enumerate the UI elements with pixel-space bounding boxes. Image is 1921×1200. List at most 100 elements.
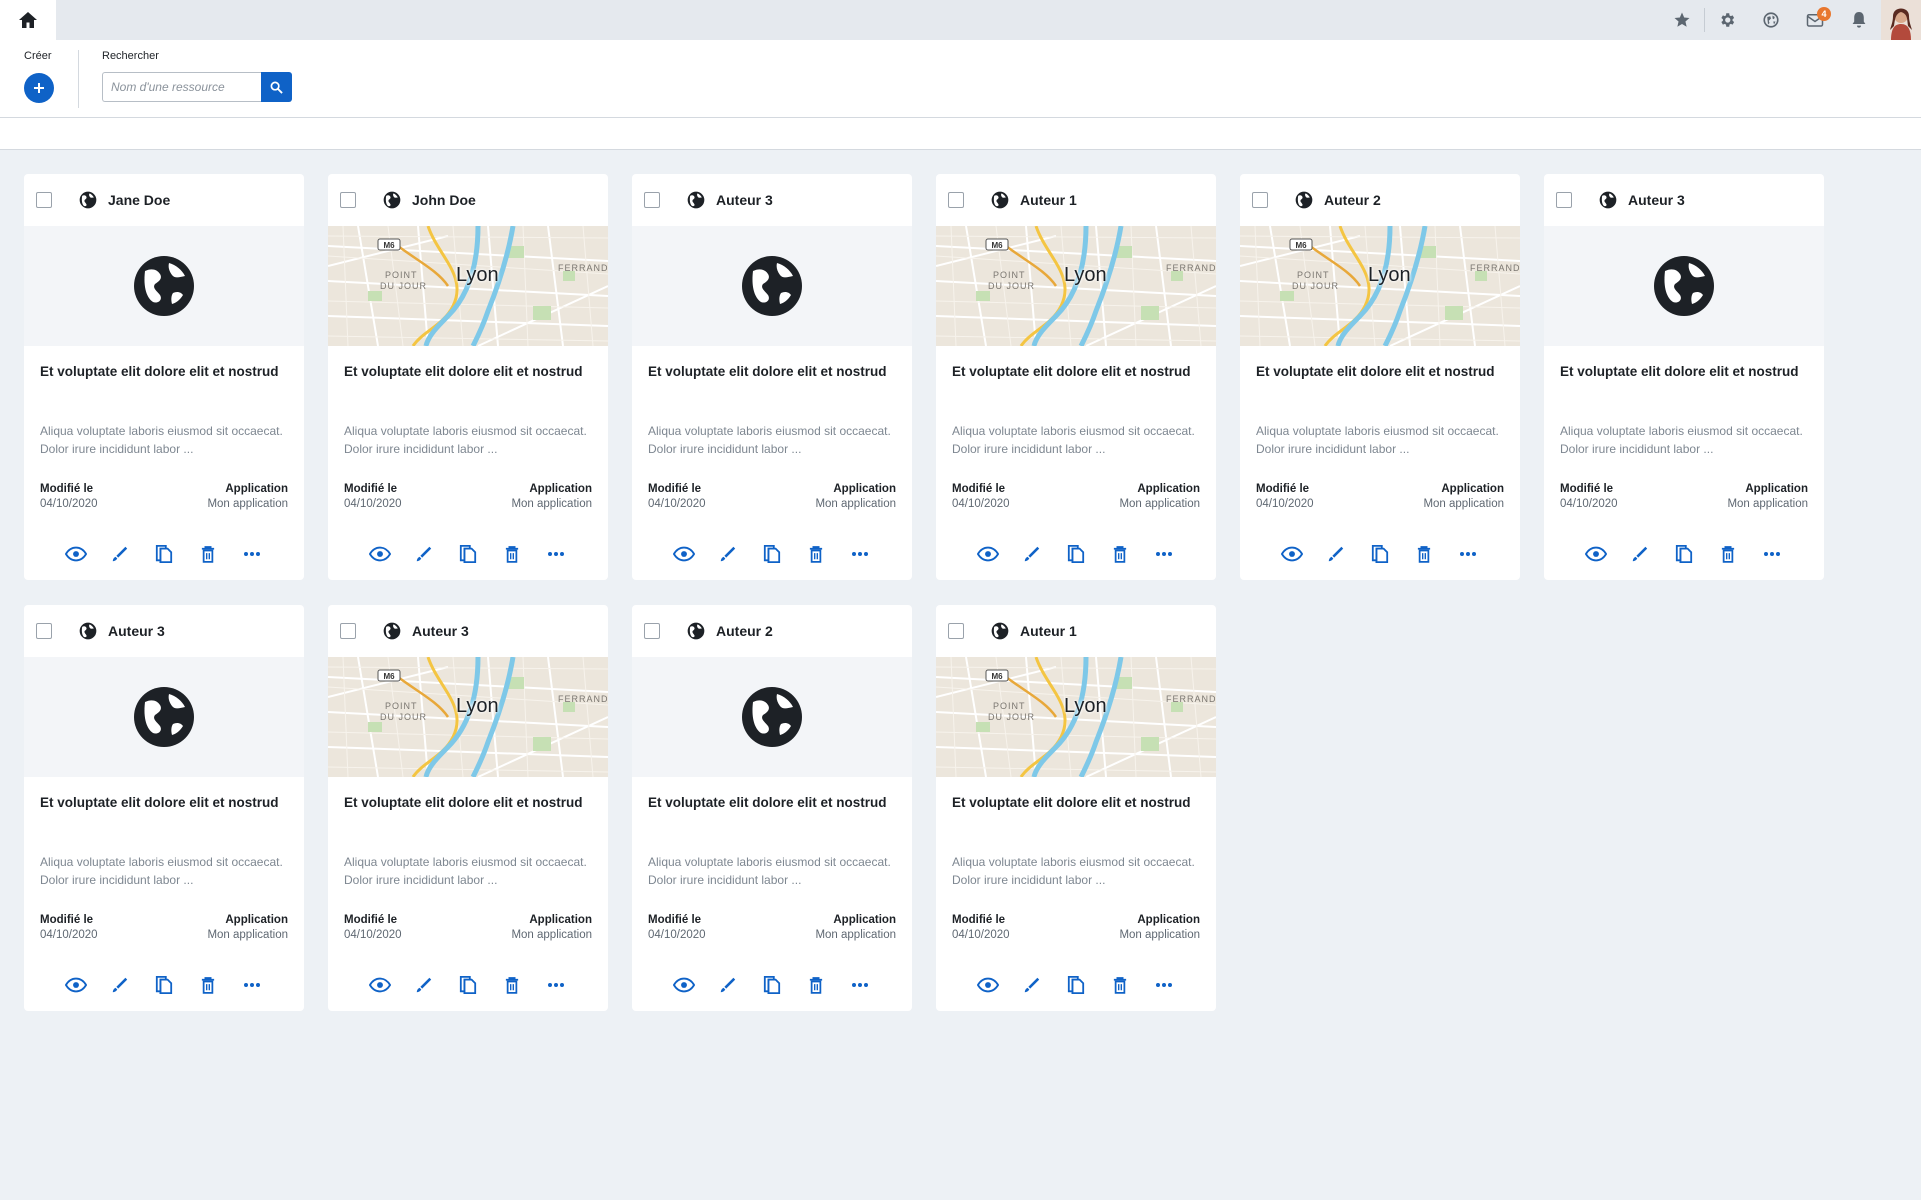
view-button[interactable] xyxy=(54,971,98,999)
duplicate-button[interactable] xyxy=(446,971,490,999)
resource-card[interactable]: Auteur 2 Et voluptate elit dolore elit e… xyxy=(632,605,912,1011)
view-button[interactable] xyxy=(662,540,706,568)
view-button[interactable] xyxy=(966,971,1010,999)
duplicate-button[interactable] xyxy=(1358,540,1402,568)
more-button[interactable] xyxy=(838,971,882,999)
more-button[interactable] xyxy=(1142,971,1186,999)
card-checkbox[interactable] xyxy=(340,623,356,639)
modified-column: Modifié le 04/10/2020 xyxy=(40,482,98,512)
card-title[interactable]: Et voluptate elit dolore elit et nostrud xyxy=(648,795,896,835)
favorites-button[interactable] xyxy=(1660,0,1704,40)
delete-button[interactable] xyxy=(794,971,838,999)
application-label: Application xyxy=(225,914,288,926)
edit-button[interactable] xyxy=(706,540,750,568)
edit-button[interactable] xyxy=(98,540,142,568)
svg-text:DU JOUR: DU JOUR xyxy=(988,712,1035,722)
edit-button[interactable] xyxy=(1314,540,1358,568)
card-checkbox[interactable] xyxy=(1556,192,1572,208)
delete-button[interactable] xyxy=(490,971,534,999)
card-checkbox[interactable] xyxy=(36,623,52,639)
edit-button[interactable] xyxy=(1010,971,1054,999)
duplicate-button[interactable] xyxy=(750,971,794,999)
edit-button[interactable] xyxy=(1010,540,1054,568)
view-button[interactable] xyxy=(358,971,402,999)
resource-card[interactable]: Auteur 2 M6 POINT DU JOUR FERRAND Lyon Et vo… xyxy=(1240,174,1520,580)
create-button[interactable] xyxy=(24,73,54,103)
edit-button[interactable] xyxy=(1618,540,1662,568)
edit-button[interactable] xyxy=(402,971,446,999)
more-button[interactable] xyxy=(1750,540,1794,568)
view-button[interactable] xyxy=(1270,540,1314,568)
card-checkbox[interactable] xyxy=(644,192,660,208)
edit-button[interactable] xyxy=(402,540,446,568)
card-title[interactable]: Et voluptate elit dolore elit et nostrud xyxy=(952,364,1200,404)
resource-card[interactable]: Auteur 3 M6 POINT DU JOUR FERRAND Lyon Et vo… xyxy=(328,605,608,1011)
delete-button[interactable] xyxy=(794,540,838,568)
card-checkbox[interactable] xyxy=(36,192,52,208)
resource-card[interactable]: Auteur 1 M6 POINT DU JOUR FERRAND Lyon Et vo… xyxy=(936,174,1216,580)
view-button[interactable] xyxy=(662,971,706,999)
card-thumbnail: M6 POINT DU JOUR FERRAND Lyon xyxy=(1240,226,1520,346)
delete-button[interactable] xyxy=(1098,540,1142,568)
card-actions xyxy=(24,540,304,568)
resource-card[interactable]: Auteur 1 M6 POINT DU JOUR FERRAND Lyon Et vo… xyxy=(936,605,1216,1011)
more-button[interactable] xyxy=(230,971,274,999)
edit-button[interactable] xyxy=(98,971,142,999)
card-checkbox[interactable] xyxy=(644,623,660,639)
card-checkbox[interactable] xyxy=(948,623,964,639)
more-button[interactable] xyxy=(534,971,578,999)
delete-button[interactable] xyxy=(1098,971,1142,999)
duplicate-button[interactable] xyxy=(1054,540,1098,568)
resource-card[interactable]: Jane Doe Et voluptate elit dolore elit e… xyxy=(24,174,304,580)
card-title[interactable]: Et voluptate elit dolore elit et nostrud xyxy=(40,795,288,835)
resource-card[interactable]: Auteur 3 Et voluptate elit dolore elit e… xyxy=(24,605,304,1011)
card-checkbox[interactable] xyxy=(340,192,356,208)
svg-text:FERRAND: FERRAND xyxy=(1166,694,1216,704)
search-button[interactable] xyxy=(261,72,292,102)
notifications-button[interactable] xyxy=(1837,0,1881,40)
search-input[interactable] xyxy=(102,72,262,102)
svg-text:FERRAND: FERRAND xyxy=(1470,263,1520,273)
more-button[interactable] xyxy=(1446,540,1490,568)
delete-button[interactable] xyxy=(1402,540,1446,568)
duplicate-button[interactable] xyxy=(446,540,490,568)
resource-card[interactable]: John Doe M6 POINT DU JOUR FERRAND Lyon Et vo… xyxy=(328,174,608,580)
svg-text:M6: M6 xyxy=(383,672,395,681)
card-title[interactable]: Et voluptate elit dolore elit et nostrud xyxy=(1256,364,1504,404)
card-title[interactable]: Et voluptate elit dolore elit et nostrud xyxy=(648,364,896,404)
card-title[interactable]: Et voluptate elit dolore elit et nostrud xyxy=(1560,364,1808,404)
card-title[interactable]: Et voluptate elit dolore elit et nostrud xyxy=(344,795,592,835)
messages-button[interactable]: 4 xyxy=(1793,0,1837,40)
duplicate-button[interactable] xyxy=(750,540,794,568)
more-button[interactable] xyxy=(1142,540,1186,568)
avatar[interactable] xyxy=(1881,0,1921,40)
more-button[interactable] xyxy=(230,540,274,568)
delete-button[interactable] xyxy=(490,540,534,568)
globe-icon xyxy=(1763,12,1779,28)
more-button[interactable] xyxy=(838,540,882,568)
duplicate-button[interactable] xyxy=(142,971,186,999)
duplicate-button[interactable] xyxy=(1054,971,1098,999)
edit-button[interactable] xyxy=(706,971,750,999)
support-button[interactable] xyxy=(1749,0,1793,40)
duplicate-button[interactable] xyxy=(1662,540,1706,568)
duplicate-button[interactable] xyxy=(142,540,186,568)
card-title[interactable]: Et voluptate elit dolore elit et nostrud xyxy=(952,795,1200,835)
card-checkbox[interactable] xyxy=(948,192,964,208)
home-button[interactable] xyxy=(0,0,56,40)
copy-icon xyxy=(763,976,781,994)
settings-button[interactable] xyxy=(1705,0,1749,40)
resource-card[interactable]: Auteur 3 Et voluptate elit dolore elit e… xyxy=(632,174,912,580)
delete-button[interactable] xyxy=(186,971,230,999)
view-button[interactable] xyxy=(966,540,1010,568)
card-checkbox[interactable] xyxy=(1252,192,1268,208)
view-button[interactable] xyxy=(1574,540,1618,568)
view-button[interactable] xyxy=(358,540,402,568)
card-title[interactable]: Et voluptate elit dolore elit et nostrud xyxy=(344,364,592,404)
more-button[interactable] xyxy=(534,540,578,568)
resource-card[interactable]: Auteur 3 Et voluptate elit dolore elit e… xyxy=(1544,174,1824,580)
delete-button[interactable] xyxy=(186,540,230,568)
view-button[interactable] xyxy=(54,540,98,568)
card-title[interactable]: Et voluptate elit dolore elit et nostrud xyxy=(40,364,288,404)
delete-button[interactable] xyxy=(1706,540,1750,568)
